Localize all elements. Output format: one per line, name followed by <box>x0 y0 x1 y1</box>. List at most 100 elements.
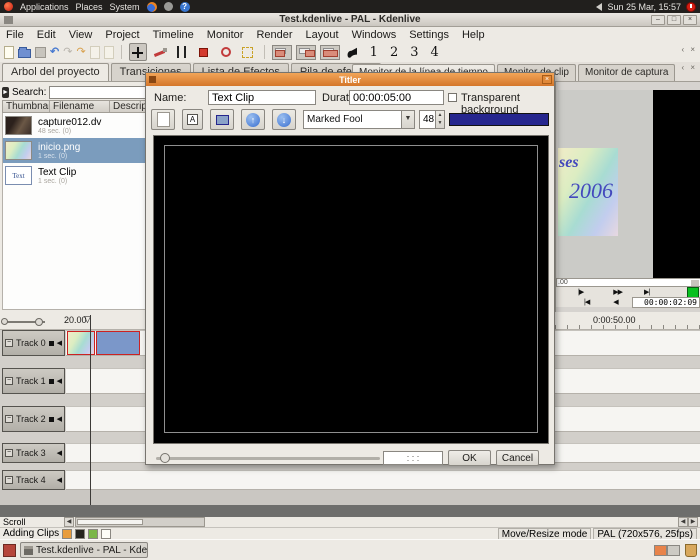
cancel-button[interactable]: Cancel <box>496 450 539 466</box>
menu-view[interactable]: View <box>69 29 93 41</box>
workspace-1[interactable] <box>654 545 667 556</box>
frame-slider-handle[interactable] <box>160 453 170 463</box>
view-3-button[interactable]: 3 <box>410 45 418 60</box>
menu-timeline[interactable]: Timeline <box>153 29 194 41</box>
razor-tool-button[interactable] <box>151 43 169 61</box>
places-menu[interactable]: Places <box>76 2 103 12</box>
scroll-left-button-2[interactable]: ◀ <box>678 517 688 527</box>
app-launcher-icon[interactable] <box>164 2 173 11</box>
show-desktop-icon[interactable] <box>3 544 16 557</box>
system-menu[interactable]: System <box>110 2 140 12</box>
spacer-tool-button[interactable] <box>173 43 191 61</box>
skip-start-button[interactable]: |◀ <box>584 298 589 306</box>
position-field[interactable]: : : : <box>383 451 443 465</box>
menu-windows[interactable]: Windows <box>352 29 397 41</box>
workspace-2[interactable] <box>667 545 680 556</box>
track-arrow-icon[interactable]: ◀ <box>57 339 62 347</box>
menu-file[interactable]: File <box>6 29 24 41</box>
collapse-track-icon[interactable]: − <box>5 339 13 347</box>
skip-end-button[interactable]: ▶| <box>644 288 649 296</box>
track-header-0[interactable]: − Track 0 ◀ <box>2 330 65 356</box>
clip-row-capture012[interactable]: capture012.dv 48 sec. (0) <box>3 113 145 138</box>
search-go-icon[interactable]: ► <box>2 87 9 98</box>
track-lane-4[interactable] <box>66 470 700 490</box>
timeline-clip-text[interactable] <box>96 331 140 355</box>
collapse-track-icon[interactable]: − <box>5 377 13 385</box>
tree-column-headers[interactable]: Thumbnail Filename Description <box>2 100 146 113</box>
dialog-close-button[interactable]: × <box>542 75 552 84</box>
undo-icon[interactable]: ↶ <box>50 47 59 58</box>
distro-menu-icon[interactable] <box>4 2 13 11</box>
view-4-button[interactable]: 4 <box>431 45 439 60</box>
menu-settings[interactable]: Settings <box>409 29 449 41</box>
track-video-icon[interactable] <box>49 341 54 346</box>
zoom-slider-handle[interactable] <box>35 318 43 326</box>
track-header-1[interactable]: − Track 1 ◀ <box>2 368 65 394</box>
edit-background-button[interactable] <box>151 109 175 130</box>
tab-capture-monitor[interactable]: Monitor de captura <box>578 64 675 81</box>
column-thumbnail[interactable]: Thumbnail <box>3 101 50 112</box>
menu-layout[interactable]: Layout <box>306 29 339 41</box>
scrollbar-thumb[interactable] <box>77 519 143 525</box>
menu-render[interactable]: Render <box>256 29 292 41</box>
layout-1-button[interactable] <box>272 45 292 60</box>
maximize-button[interactable]: □ <box>667 15 681 25</box>
scroll-right-button[interactable]: ▶ <box>688 517 698 527</box>
view-2-button[interactable]: 2 <box>390 45 398 60</box>
stop-button[interactable] <box>217 43 235 61</box>
record-button[interactable] <box>195 43 213 61</box>
track-arrow-icon[interactable]: ◀ <box>57 449 62 457</box>
help-launcher-icon[interactable]: ? <box>180 2 190 12</box>
frame-back-button[interactable]: ◀ <box>613 298 617 306</box>
trash-icon[interactable] <box>685 544 697 557</box>
minimize-button[interactable]: – <box>651 15 665 25</box>
applications-menu[interactable]: Applications <box>20 2 69 12</box>
menu-project[interactable]: Project <box>105 29 139 41</box>
dock-controls-icon[interactable]: ‹ × <box>681 45 697 54</box>
track-video-icon[interactable] <box>49 379 54 384</box>
collapse-track-icon[interactable]: − <box>5 449 13 457</box>
window-titlebar[interactable]: Test.kdenlive - PAL - Kdenlive – □ × <box>0 13 700 27</box>
transparent-background-checkbox[interactable] <box>448 93 457 102</box>
column-filename[interactable]: Filename <box>50 101 110 112</box>
select-zone-button[interactable] <box>239 43 257 61</box>
clip-row-textclip[interactable]: Text Text Clip 1 sec. (0) <box>3 163 145 188</box>
chevron-down-icon[interactable]: ▼ <box>401 111 414 128</box>
history-icon[interactable]: ↷ <box>76 47 85 58</box>
power-icon[interactable] <box>686 2 696 12</box>
view-1-button[interactable]: 1 <box>370 45 378 60</box>
dialog-titlebar[interactable]: Titler × <box>146 73 554 86</box>
text-color-swatch[interactable] <box>449 113 549 126</box>
play-pause-button[interactable]: |▶ <box>578 288 583 296</box>
duration-input[interactable] <box>349 90 444 105</box>
track-header-2[interactable]: − Track 2 ◀ <box>2 406 65 432</box>
close-button[interactable]: × <box>683 15 697 25</box>
dock-controls-icon[interactable]: ‹ × <box>681 63 697 72</box>
raise-object-button[interactable]: ↑ <box>241 109 265 130</box>
timeline-playhead[interactable] <box>90 315 91 505</box>
layout-3-button[interactable] <box>320 45 340 60</box>
menu-monitor[interactable]: Monitor <box>207 29 244 41</box>
volume-icon[interactable] <box>596 3 602 11</box>
add-text-button[interactable]: A <box>182 109 203 130</box>
track-video-icon[interactable] <box>49 417 54 422</box>
fast-forward-button[interactable]: ▶▶ <box>613 288 622 296</box>
title-canvas[interactable] <box>153 135 549 444</box>
clock[interactable]: Sun 25 Mar, 15:57 <box>607 2 681 12</box>
move-tool-button[interactable] <box>129 43 147 61</box>
font-family-select[interactable]: Marked Fool ▼ <box>303 110 415 129</box>
collapse-track-icon[interactable]: − <box>5 415 13 423</box>
collapse-track-icon[interactable]: − <box>5 476 13 484</box>
tab-project-tree[interactable]: Arbol del proyecto <box>2 63 109 81</box>
firefox-launcher-icon[interactable] <box>147 2 157 12</box>
name-input[interactable] <box>208 90 316 105</box>
add-rect-button[interactable] <box>210 109 234 130</box>
frame-slider[interactable] <box>156 457 380 460</box>
font-size-spinner[interactable]: 48 ▲▼ <box>419 110 445 129</box>
layout-2-button[interactable] <box>296 45 316 60</box>
new-project-icon[interactable] <box>4 46 14 59</box>
menu-help[interactable]: Help <box>462 29 485 41</box>
spinner-arrows-icon[interactable]: ▲▼ <box>435 111 444 128</box>
scroll-left-button[interactable]: ◀ <box>64 517 74 527</box>
clip-row-inicio[interactable]: inicio.png 1 sec. (0) <box>3 138 145 163</box>
